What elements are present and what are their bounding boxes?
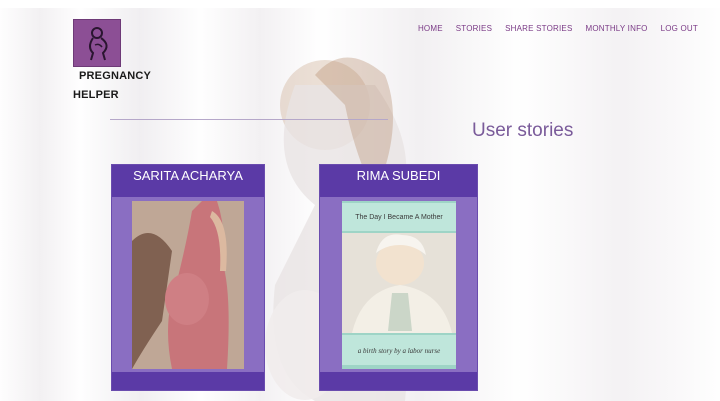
brand-name: PREGNANCY HELPER [73,67,183,105]
pregnancy-logo-icon [89,27,108,61]
top-strip [0,0,720,8]
brand-line-2: HELPER [73,89,119,101]
nav-home[interactable]: HOME [418,24,443,33]
story-author: RIMA SUBEDI [356,168,441,183]
cover-subtitle: a birth story by a labor nurse [358,347,440,355]
story-image[interactable] [132,201,244,369]
nav-monthly-info[interactable]: MONTHLY INFO [585,24,647,33]
story-card[interactable]: SARITA ACHARYA [112,165,264,390]
main-nav: HOME STORIES SHARE STORIES MONTHLY INFO … [405,24,698,33]
nav-log-out[interactable]: LOG OUT [661,24,698,33]
divider [110,119,388,120]
nav-share-stories[interactable]: SHARE STORIES [505,24,572,33]
pregnant-woman-photo-icon [132,201,244,369]
story-card-footer [320,372,477,390]
newborn-book-cover-icon: The Day I Became A Mother a birth story … [342,201,456,369]
nav-stories[interactable]: STORIES [456,24,492,33]
story-card-footer [112,372,264,390]
logo[interactable] [73,19,121,67]
story-card[interactable]: RIMA SUBEDI The Day I Became A Mother a … [320,165,477,390]
story-image[interactable]: The Day I Became A Mother a birth story … [342,201,456,369]
brand-line-1: PREGNANCY [79,70,152,82]
cover-title: The Day I Became A Mother [355,214,443,221]
story-author: SARITA ACHARYA [133,168,243,183]
page-title: User stories [472,120,574,141]
